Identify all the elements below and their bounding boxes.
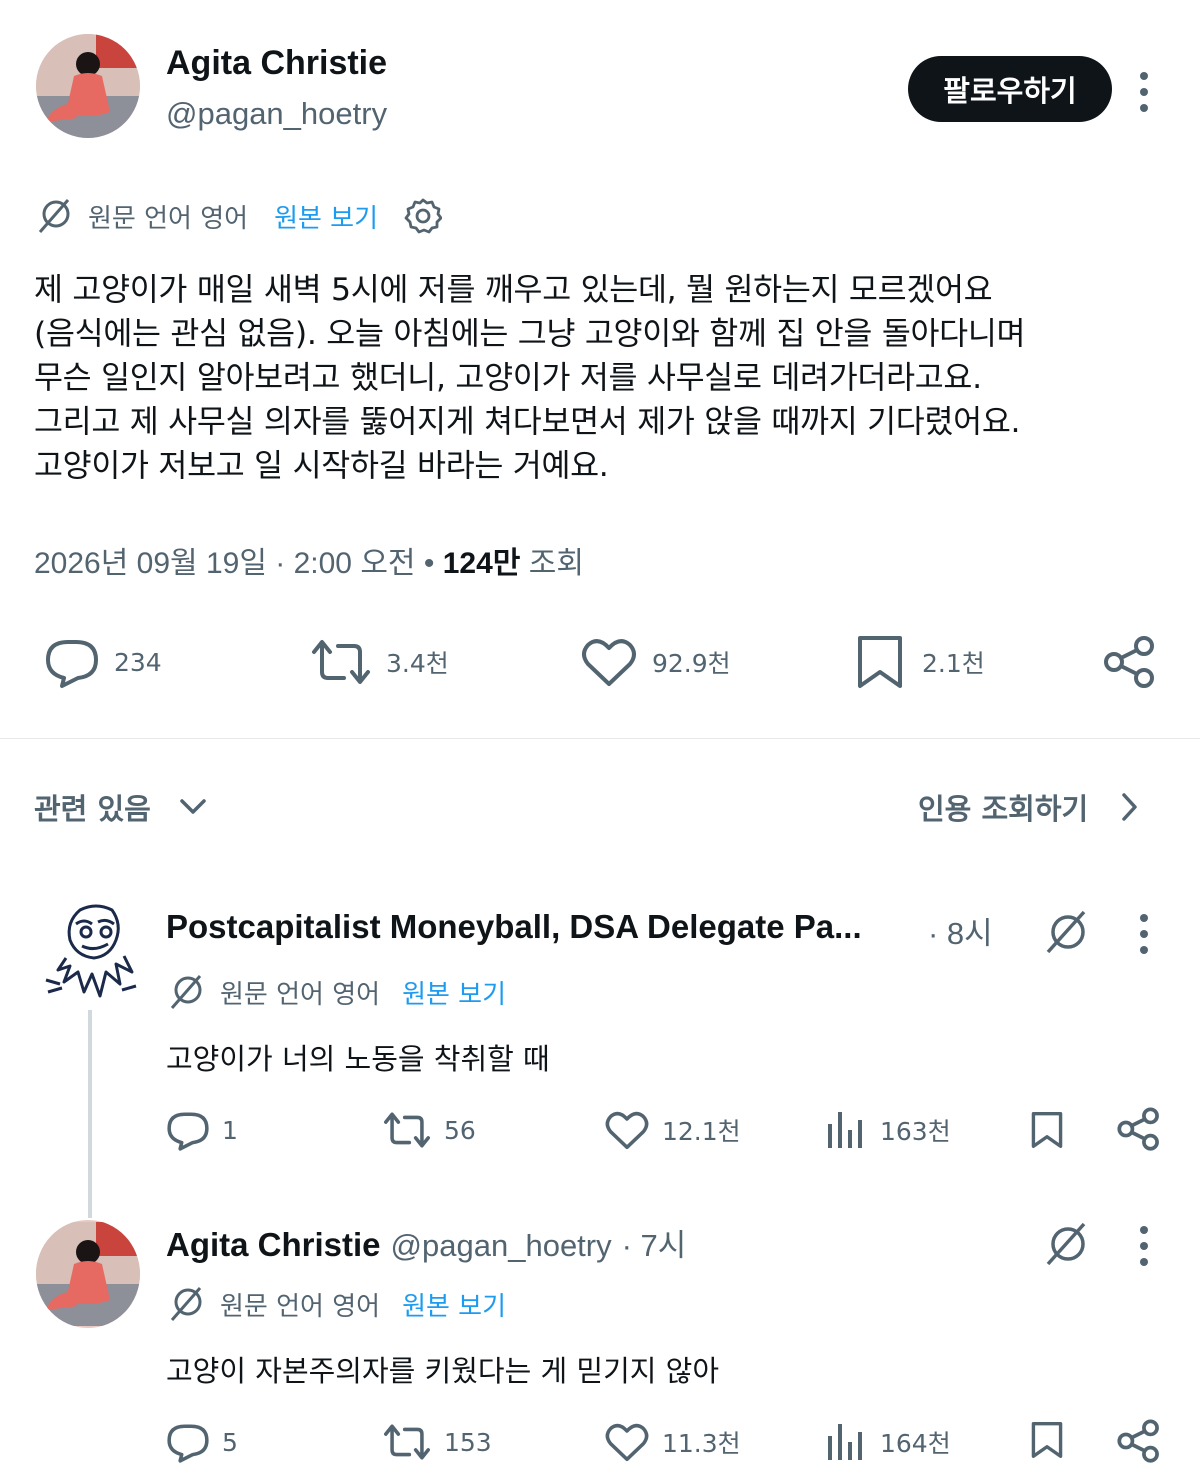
reply-button[interactable]: 5 (166, 1420, 238, 1464)
views-count: 164천 (880, 1429, 951, 1458)
translation-bar: 원문 언어 영어 원본 보기 (166, 972, 506, 1012)
view-quotes-link[interactable]: 인용 조회하기 (918, 786, 1138, 828)
tweet-text-line: 제 고양이가 매일 새벽 5시에 저를 깨우고 있는데, 뭘 원하는지 모르겠어… (34, 272, 993, 308)
reply-author-name[interactable]: Postcapitalist Moneyball, DSA Delegate P… (166, 908, 862, 946)
quotes-label: 인용 조회하기 (918, 792, 1089, 826)
reply-avatar[interactable] (36, 1220, 140, 1328)
translate-icon (166, 972, 206, 1012)
reply-icon (166, 1108, 210, 1152)
share-icon[interactable] (1116, 1106, 1162, 1152)
tweet-text-line: 그리고 제 사무실 의자를 뚫어지게 쳐다보면서 제가 앉을 때까지 기다렸어요… (34, 404, 1021, 440)
bookmark-count: 2.1천 (922, 649, 985, 678)
sketch-avatar-image (36, 900, 144, 1012)
heart-icon (580, 634, 638, 690)
bookmark-button[interactable]: 2.1천 (852, 634, 985, 690)
views-label: 조회 (528, 547, 584, 580)
bar-chart-icon (826, 1420, 866, 1464)
retweet-button[interactable]: 56 (382, 1108, 476, 1152)
translation-source-label: 원문 언어 영어 (88, 203, 249, 234)
reply-count: 234 (114, 647, 162, 677)
reply-author-name[interactable]: Agita Christie (166, 1226, 381, 1264)
reply-button[interactable]: 1 (166, 1108, 238, 1152)
tweet-text-line: 고양이가 저보고 일 시작하길 바라는 거예요. (34, 448, 609, 484)
related-filter[interactable]: 관련 있음 (34, 786, 207, 828)
bar-chart-icon (826, 1108, 866, 1152)
like-button[interactable]: 11.3천 (604, 1420, 741, 1464)
translation-source-label: 원문 언어 영어 (220, 979, 381, 1010)
views-button[interactable]: 164천 (826, 1420, 951, 1464)
view-original-link[interactable]: 원본 보기 (274, 198, 378, 235)
reply-count: 1 (222, 1115, 238, 1145)
grok-icon[interactable] (1042, 910, 1090, 954)
like-count: 92.9천 (652, 649, 731, 678)
bookmark-icon[interactable] (1028, 1418, 1066, 1462)
retweet-button[interactable]: 153 (382, 1420, 492, 1464)
reply-icon (166, 1420, 210, 1464)
thread-connector-line (88, 1010, 92, 1218)
follow-button[interactable]: 팔로우하기 (908, 56, 1112, 122)
reply-text: 고양이가 너의 노동을 착취할 때 (166, 1042, 550, 1076)
tweet-text-line: 무슨 일인지 알아보려고 했더니, 고양이가 저를 사무실로 데려가더라고요. (34, 360, 982, 396)
share-icon[interactable] (1102, 634, 1158, 690)
translation-bar: 원문 언어 영어 원본 보기 (34, 196, 443, 236)
heart-icon (604, 1108, 650, 1152)
retweet-count: 153 (444, 1427, 492, 1457)
retweet-count: 3.4천 (386, 649, 449, 678)
reply-time[interactable]: · 8시 (928, 908, 993, 953)
gear-icon[interactable] (404, 197, 443, 235)
more-options-icon[interactable] (1138, 914, 1150, 954)
translation-bar: 원문 언어 영어 원본 보기 (166, 1284, 506, 1324)
avatar-photo (36, 34, 140, 138)
views-count: 124만 (442, 547, 521, 580)
views-count: 163천 (880, 1117, 951, 1146)
reply-count: 5 (222, 1427, 238, 1457)
like-button[interactable]: 92.9천 (580, 634, 731, 690)
chevron-down-icon (179, 797, 207, 817)
like-count: 12.1천 (662, 1117, 741, 1146)
reply-author-handle[interactable]: @pagan_hoetry (391, 1228, 612, 1264)
retweet-icon (382, 1108, 432, 1152)
reply-avatar[interactable] (36, 900, 144, 1012)
author-handle[interactable]: @pagan_hoetry (166, 96, 387, 132)
author-name[interactable]: Agita Christie (166, 44, 387, 83)
retweet-icon (310, 634, 372, 690)
reply-button[interactable]: 234 (44, 634, 162, 690)
reply-text: 고양이 자본주의자를 키웠다는 게 믿기지 않아 (166, 1354, 720, 1388)
translation-source-label: 원문 언어 영어 (220, 1291, 381, 1322)
tweet-timestamp[interactable]: 2026년 09월 19일 · 2:00 오전 (34, 547, 416, 580)
section-divider (0, 738, 1200, 739)
retweet-button[interactable]: 3.4천 (310, 634, 449, 690)
more-options-icon[interactable] (1138, 1226, 1150, 1266)
reply-header: Agita Christie @pagan_hoetry · 7시 (166, 1220, 686, 1265)
like-count: 11.3천 (662, 1429, 741, 1458)
tweet-meta: 2026년 09월 19일 · 2:00 오전 • 124만 조회 (34, 547, 584, 580)
bookmark-icon[interactable] (1028, 1108, 1066, 1152)
retweet-count: 56 (444, 1115, 476, 1145)
translate-icon (166, 1284, 206, 1324)
avatar-photo (36, 1222, 140, 1326)
views-button[interactable]: 163천 (826, 1108, 951, 1152)
view-original-link[interactable]: 원본 보기 (402, 974, 506, 1011)
translate-icon (34, 196, 74, 236)
heart-icon (604, 1420, 650, 1464)
related-label: 관련 있음 (34, 792, 151, 826)
like-button[interactable]: 12.1천 (604, 1108, 741, 1152)
author-avatar[interactable] (36, 34, 140, 138)
reply-icon (44, 634, 100, 690)
retweet-icon (382, 1420, 432, 1464)
share-icon[interactable] (1116, 1418, 1162, 1464)
chevron-right-icon (1120, 792, 1138, 822)
bookmark-icon (852, 634, 908, 690)
view-original-link[interactable]: 원본 보기 (402, 1286, 506, 1323)
more-options-icon[interactable] (1138, 72, 1150, 112)
grok-icon[interactable] (1042, 1222, 1090, 1266)
reply-time[interactable]: · 7시 (622, 1220, 687, 1265)
tweet-text: 제 고양이가 매일 새벽 5시에 저를 깨우고 있는데, 뭘 원하는지 모르겠어… (34, 268, 1174, 488)
tweet-text-line: (음식에는 관심 없음). 오늘 아침에는 그냥 고양이와 함께 집 안을 돌아… (34, 316, 1026, 352)
